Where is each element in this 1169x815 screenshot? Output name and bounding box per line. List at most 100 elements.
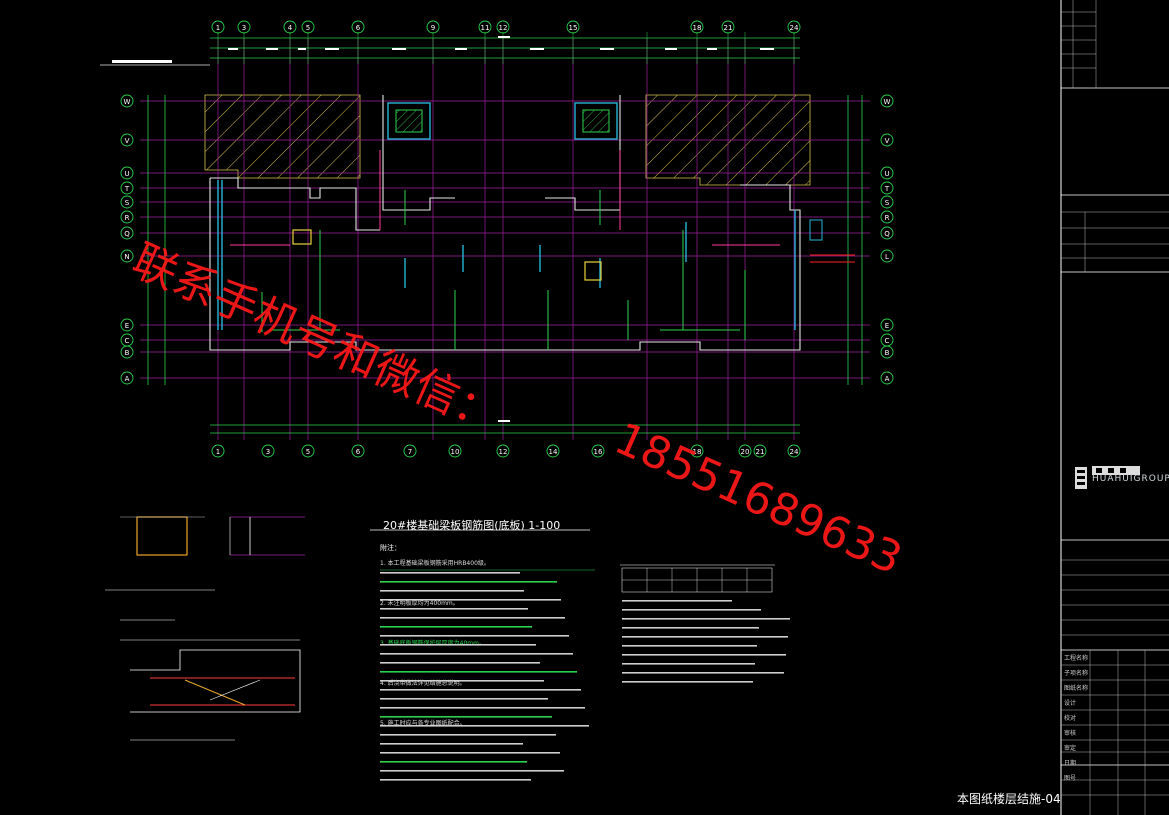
titleblock-row-label: 子项名称 <box>1064 670 1089 677</box>
note-text-line <box>380 779 531 781</box>
axis-top-15-label: 15 <box>569 24 578 32</box>
note-text-line <box>622 672 784 674</box>
axis-bottom-21-label: 21 <box>756 448 765 456</box>
axis-left-N-label: N <box>124 253 129 261</box>
axis-right-U-label: U <box>884 170 889 178</box>
axis-left-W-label: W <box>124 98 131 106</box>
note-text-line <box>380 707 585 709</box>
axis-bottom-12-label: 12 <box>499 448 508 456</box>
axis-top-3-label: 3 <box>242 24 246 32</box>
axis-bottom-14-label: 14 <box>549 448 558 456</box>
axis-bottom-6-label: 6 <box>356 448 361 456</box>
axis-bottom-3-label: 3 <box>266 448 270 456</box>
axis-right-E-label: E <box>885 322 889 330</box>
axis-bottom-24-label: 24 <box>790 448 799 456</box>
elevator-pits <box>292 229 602 281</box>
axis-right-V-label: V <box>885 137 890 145</box>
axis-right-S-label: S <box>885 199 890 207</box>
note-item: 3. 基础底板钢筋保护层厚度为40mm。 <box>380 639 485 647</box>
note-text-line <box>622 609 761 611</box>
axis-right-L-label: L <box>885 253 889 261</box>
axis-left-Q-label: Q <box>124 230 130 238</box>
titleblock-row-label: 校对 <box>1064 715 1077 722</box>
axis-left-C-label: C <box>125 337 130 345</box>
note-text-line <box>380 671 577 673</box>
note-text-line <box>622 618 790 620</box>
axis-bottom-20-label: 20 <box>741 448 750 456</box>
note-text-line <box>380 599 561 601</box>
axis-left-U-label: U <box>124 170 129 178</box>
axis-top-6-label: 6 <box>356 24 361 32</box>
axis-left-T-label: T <box>124 185 130 193</box>
titleblock-row-label: 设计 <box>1064 700 1077 707</box>
axis-right-W-label: W <box>884 98 891 106</box>
axis-bottom-7-label: 7 <box>408 448 412 456</box>
titleblock-row-label: 审定 <box>1064 745 1077 752</box>
note-text-line <box>380 644 536 646</box>
note-text-line <box>380 572 520 574</box>
note-text-line <box>380 689 581 691</box>
note-text-line <box>380 581 557 583</box>
titleblock-row-label: 审核 <box>1064 730 1077 737</box>
plan-title: 20#楼基础梁板钢筋图(底板) 1-100 <box>383 519 561 532</box>
sheet-number: 本图纸楼层结施-04 <box>957 792 1061 806</box>
titleblock-row-label: 工程名称 <box>1064 655 1089 662</box>
section-detail-1 <box>105 516 305 591</box>
section-detail-2 <box>120 619 301 741</box>
axis-left-B-label: B <box>125 349 130 357</box>
note-text-line <box>380 635 569 637</box>
note-text-line <box>380 590 524 592</box>
note-text-line <box>622 600 732 602</box>
axis-top-11-label: 11 <box>481 24 490 32</box>
note-text-line <box>622 636 788 638</box>
axis-left-V-label: V <box>125 137 130 145</box>
note-text-line <box>380 680 544 682</box>
axis-labels-bottom: 1 3 5 6 7 10 12 14 16 18 20 21 24 <box>211 444 801 458</box>
note-text-line <box>622 681 753 683</box>
axis-top-9-label: 9 <box>431 24 435 32</box>
axis-left-E-label: E <box>125 322 129 330</box>
note-text-line <box>380 752 560 754</box>
note-text-line <box>380 725 589 727</box>
note-text-line <box>380 698 548 700</box>
axis-right-C-label: C <box>885 337 890 345</box>
note-text-line <box>622 627 759 629</box>
note-text-line <box>380 608 528 610</box>
axis-right-Q-label: Q <box>884 230 890 238</box>
axis-bottom-5-label: 5 <box>306 448 310 456</box>
titleblock-row-label: 日期 <box>1064 760 1077 767</box>
note-text-line <box>380 743 523 745</box>
note-item: 1. 本工程基础梁板钢筋采用HRB400级。 <box>380 559 490 567</box>
note-text-line <box>380 662 540 664</box>
axis-left-R-label: R <box>125 214 130 222</box>
axis-top-12-label: 12 <box>499 24 508 32</box>
note-text-line <box>622 645 757 647</box>
note-text-line <box>622 654 786 656</box>
axis-top-24-label: 24 <box>790 24 799 32</box>
note-text-line <box>380 734 556 736</box>
axis-right-A-label: A <box>885 375 890 383</box>
company-name: HUAHUIGROUP <box>1092 474 1169 484</box>
notes-heading: 附注： <box>380 543 401 552</box>
note-text-line <box>622 663 755 665</box>
axis-top-18-label: 18 <box>693 24 702 32</box>
axis-top-1-label: 1 <box>216 24 220 32</box>
note-text-line <box>380 770 564 772</box>
axis-top-4-label: 4 <box>288 24 293 32</box>
axis-top-21-label: 21 <box>724 24 733 32</box>
dimension-text-marks <box>228 36 774 422</box>
note-text-line <box>380 653 573 655</box>
axis-labels-right: W V UTSRQ L ECB A <box>880 94 894 385</box>
note-text-line <box>380 617 565 619</box>
note-text-line <box>380 626 532 628</box>
axis-right-T-label: T <box>884 185 890 193</box>
axis-bottom-10-label: 10 <box>451 448 460 456</box>
axis-labels-left: W V UTSRQ N ECB A <box>120 94 134 385</box>
axis-right-B-label: B <box>885 349 890 357</box>
axis-top-5-label: 5 <box>306 24 310 32</box>
titleblock-row-label: 图纸名称 <box>1064 685 1089 692</box>
axis-right-R-label: R <box>885 214 890 222</box>
axis-bottom-18-label: 18 <box>693 448 702 456</box>
note-text-line <box>380 716 552 718</box>
axis-left-A-label: A <box>125 375 130 383</box>
